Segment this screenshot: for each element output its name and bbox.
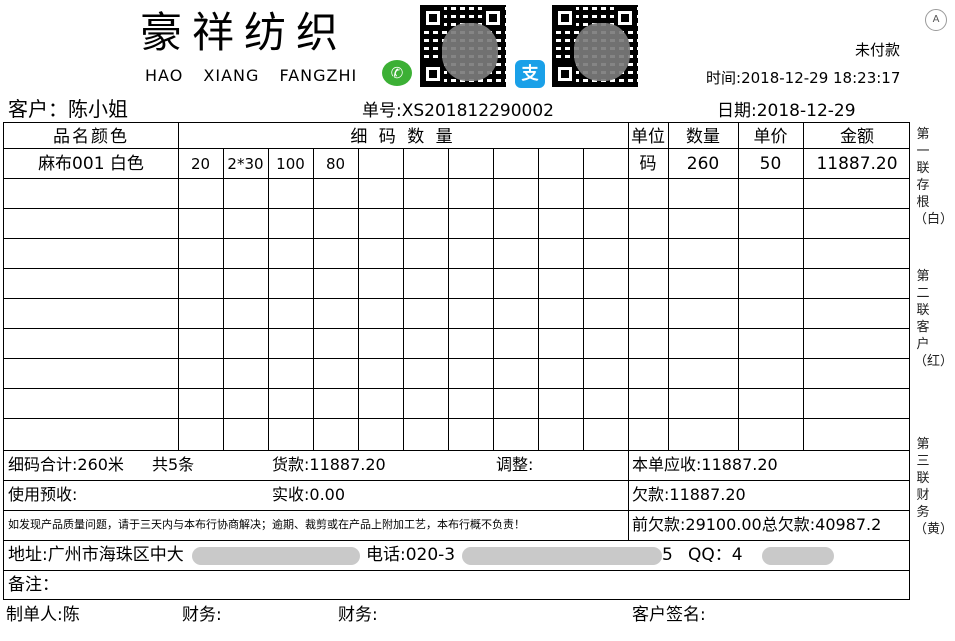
order-number: 单号:XS201812290002 bbox=[362, 96, 554, 121]
maker: 制单人:陈 bbox=[6, 605, 80, 625]
receivable: 本单应收:11887.20 bbox=[632, 455, 778, 474]
balance: 前欠款:29100.00总欠款:40987.2 bbox=[632, 510, 881, 540]
date-label: 日期: bbox=[717, 101, 757, 121]
adjustment: 调整: bbox=[496, 455, 534, 474]
redacted-qq bbox=[762, 547, 834, 565]
received: 实收:0.00 bbox=[272, 485, 346, 504]
customer-signature: 客户签名: bbox=[632, 605, 706, 625]
time-value: 2018-12-29 18:23:17 bbox=[741, 69, 901, 87]
header-unit: 单位 bbox=[631, 127, 665, 147]
quality-notice: 如发现产品质量问题，请于三天内与本布行协商解决；逾期、裁剪或在产品上附加工艺，本… bbox=[8, 518, 525, 531]
row-price: 50 bbox=[759, 154, 782, 174]
shop-name-en: HAO XIANG FANGZHI bbox=[145, 66, 371, 85]
address: 地址:广州市海珠区中大 bbox=[8, 545, 184, 565]
payment-status: 未付款 bbox=[855, 41, 901, 59]
pieces-count: 共5条 bbox=[152, 455, 195, 474]
order-no-label: 单号: bbox=[362, 101, 402, 121]
prepaid: 使用预收: bbox=[8, 485, 78, 504]
wechat-icon: ✆ bbox=[382, 60, 412, 86]
shop-name-en-2: XIANG bbox=[203, 66, 260, 85]
row-size-1: 20 bbox=[190, 155, 211, 173]
row-qty: 260 bbox=[686, 154, 720, 174]
invoice-table: 品名颜色 细 码 数 量 单位 数量 单价 金额 麻布001 白色 20 2*3… bbox=[3, 122, 910, 600]
row-product: 麻布001 白色 bbox=[38, 154, 144, 174]
customer: 客户：陈小姐 bbox=[8, 93, 128, 122]
shop-name-en-1: HAO bbox=[145, 66, 184, 85]
header-product: 品名颜色 bbox=[53, 127, 129, 147]
previous-owed: 前欠款:29100.00 bbox=[632, 515, 762, 534]
date-value: 2018-12-29 bbox=[756, 101, 856, 121]
alipay-qr-code bbox=[552, 5, 638, 87]
phone-tail: 5 bbox=[662, 545, 673, 565]
header-amount: 金额 bbox=[840, 127, 874, 147]
shop-name-en-3: FANGZHI bbox=[279, 66, 358, 85]
time-label: 时间: bbox=[706, 69, 742, 87]
wechat-qr-code bbox=[420, 5, 506, 87]
customer-label: 客户： bbox=[8, 97, 68, 121]
order-no-value: XS201812290002 bbox=[401, 101, 554, 121]
alipay-icon: 支 bbox=[515, 60, 545, 88]
signature-row: 制单人:陈 财务: 财务: 客户签名: bbox=[0, 598, 955, 641]
phone: 电话:020-3 bbox=[366, 545, 456, 565]
side-label-copy1: 第一联存根（白） bbox=[914, 127, 954, 227]
translate-icon[interactable]: A bbox=[925, 9, 947, 31]
header-sizes: 细 码 数 量 bbox=[350, 127, 456, 147]
shop-name-cn: 豪祥纺织 bbox=[140, 8, 349, 57]
order-date: 日期:2018-12-29 bbox=[717, 96, 856, 121]
row-size-4: 80 bbox=[325, 155, 346, 173]
side-label-copy3: 第三联财务（黄） bbox=[914, 437, 954, 537]
row-size-3: 100 bbox=[276, 155, 305, 173]
owed: 欠款:11887.20 bbox=[632, 485, 746, 504]
header-price: 单价 bbox=[753, 127, 788, 147]
row-unit: 码 bbox=[639, 154, 657, 174]
print-time: 时间:2018-12-29 18:23:17 bbox=[706, 67, 900, 88]
finance-2: 财务: bbox=[338, 605, 378, 625]
goods-amount: 货款:11887.20 bbox=[272, 455, 386, 474]
redacted-phone bbox=[462, 547, 662, 565]
side-label-copy2: 第二联客户（红） bbox=[914, 269, 954, 369]
qq: QQ：4 bbox=[688, 545, 743, 565]
header-qty: 数量 bbox=[686, 127, 720, 147]
size-total: 细码合计:260米 bbox=[8, 455, 124, 474]
row-size-2: 2*30 bbox=[227, 155, 264, 173]
finance-1: 财务: bbox=[182, 605, 222, 625]
remark: 备注： bbox=[8, 575, 59, 595]
total-owed: 总欠款:40987.2 bbox=[761, 515, 882, 534]
redacted-address bbox=[192, 547, 360, 565]
row-amount: 11887.20 bbox=[816, 154, 898, 174]
customer-name: 陈小姐 bbox=[68, 97, 128, 121]
